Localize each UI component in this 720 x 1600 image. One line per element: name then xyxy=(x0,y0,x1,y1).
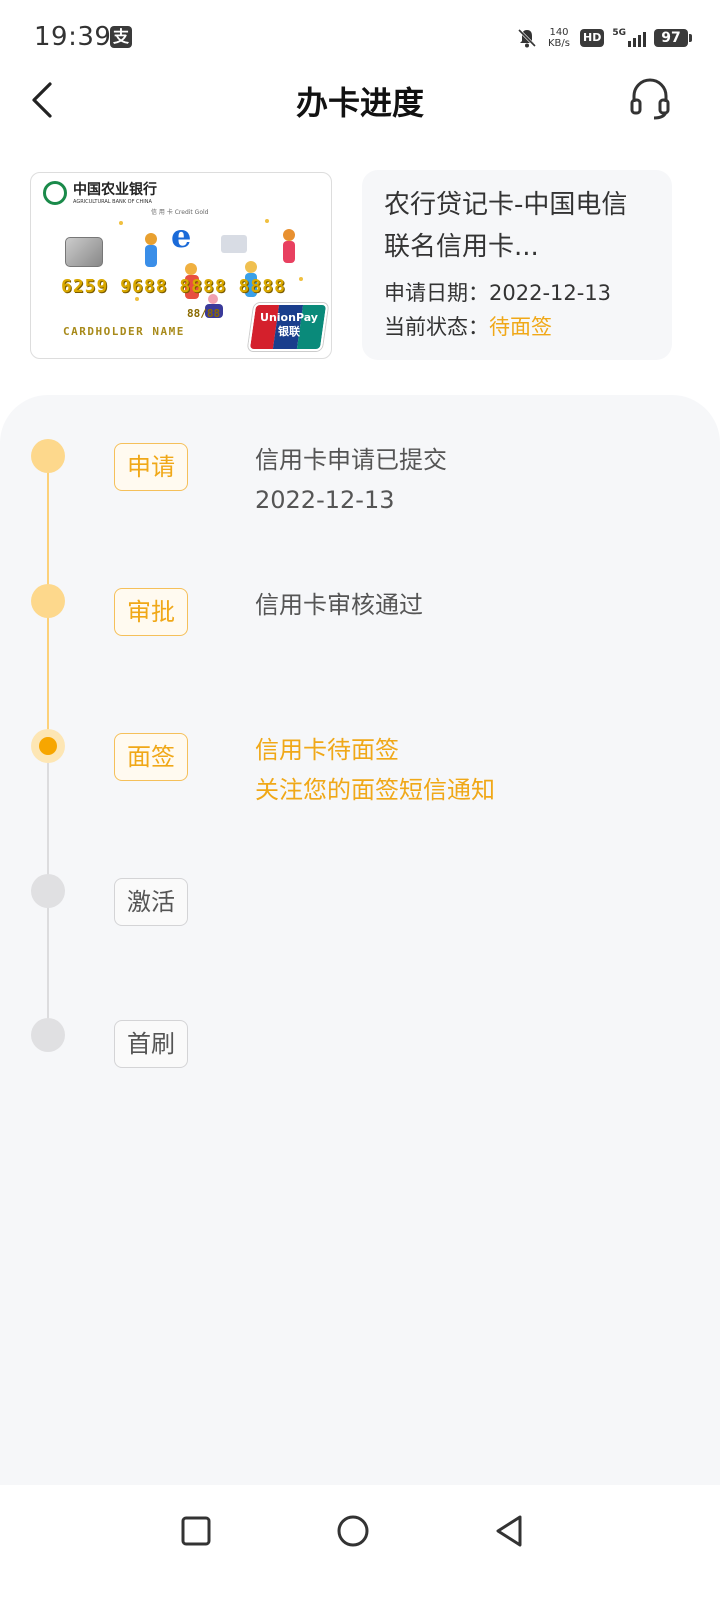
hd-badge: HD xyxy=(580,29,605,47)
card-holder: CARDHOLDER NAME xyxy=(63,325,185,338)
battery-icon: 97 xyxy=(654,29,692,47)
apply-date-label: 申请日期： xyxy=(384,281,489,305)
step-badge-review: 审批 xyxy=(114,588,188,636)
square-icon xyxy=(181,1516,211,1546)
unionpay-text: UnionPay 银联 xyxy=(257,311,321,339)
step-apply-line1: 信用卡申请已提交 xyxy=(255,446,447,474)
card-product-name: 农行贷记卡-中国电信联名信用卡... xyxy=(384,190,628,262)
apply-date-value: 2022-12-13 xyxy=(489,281,612,305)
step-dot-activate xyxy=(31,874,65,908)
customer-service-button[interactable] xyxy=(628,76,672,122)
status-row: 当前状态：待面签 xyxy=(384,312,650,342)
unionpay-brand-cn: 银联 xyxy=(278,325,300,338)
step-text-review: 信用卡审核通过 xyxy=(255,585,423,625)
progress-panel: 申请 信用卡申请已提交 2022-12-13 审批 信用卡审核通过 面签 信用卡… xyxy=(0,395,720,1485)
abc-logo-icon xyxy=(43,181,67,205)
step-dot-apply xyxy=(31,439,65,473)
mute-bell-icon xyxy=(517,28,537,48)
unionpay-brand: UnionPay xyxy=(260,311,318,324)
apply-date-row: 申请日期：2022-12-13 xyxy=(384,278,650,308)
network-speed-value: 140 xyxy=(549,27,569,38)
bank-name-en: AGRICULTURAL BANK OF CHINA xyxy=(73,199,152,205)
step-review-line1: 信用卡审核通过 xyxy=(255,591,423,619)
status-bar: 19:39 支 140 KB/s HD 5G 97 xyxy=(0,0,720,76)
step-dot-review xyxy=(31,584,65,618)
step-apply-date: 2022-12-13 xyxy=(255,486,395,514)
step-badge-first-swipe: 首刷 xyxy=(114,1020,188,1068)
step-badge-activate: 激活 xyxy=(114,878,188,926)
status-time: 19:39 xyxy=(34,22,112,52)
home-button[interactable] xyxy=(331,1509,375,1553)
network-speed-unit: KB/s xyxy=(548,38,570,49)
card-chip-icon xyxy=(65,237,103,267)
step-text-apply: 信用卡申请已提交 2022-12-13 xyxy=(255,440,447,520)
headset-icon xyxy=(630,78,670,120)
alipay-icon: 支 xyxy=(110,26,132,48)
card-expiry: 88/88 xyxy=(187,307,221,320)
nav-back-button[interactable] xyxy=(488,1509,532,1553)
step-dot-interview xyxy=(31,729,65,763)
card-info-panel: 农行贷记卡-中国电信联名信用卡... 申请日期：2022-12-13 当前状态：… xyxy=(362,170,672,360)
step-dot-first-swipe xyxy=(31,1018,65,1052)
step-interview-line1: 信用卡待面签 xyxy=(255,736,399,764)
step-interview-line2: 关注您的面签短信通知 xyxy=(255,776,495,804)
system-nav-bar xyxy=(0,1485,720,1600)
title-bar: 办卡进度 xyxy=(0,76,720,122)
card-number: 6259 9688 8888 8888 xyxy=(61,276,286,297)
network-speed: 140 KB/s xyxy=(546,27,572,49)
status-label: 当前状态： xyxy=(384,315,489,339)
recent-apps-button[interactable] xyxy=(174,1509,218,1553)
signal-icon: 5G xyxy=(612,29,646,47)
svg-text:e: e xyxy=(171,217,191,255)
step-badge-interview: 面签 xyxy=(114,733,188,781)
bank-name: 中国农业银行 xyxy=(73,182,157,198)
status-value: 待面签 xyxy=(489,315,552,339)
credit-card-image: 中国农业银行 AGRICULTURAL BANK OF CHINA 信 用 卡 … xyxy=(30,172,332,359)
step-badge-apply: 申请 xyxy=(114,443,188,491)
step-text-interview: 信用卡待面签 关注您的面签短信通知 xyxy=(255,730,495,810)
status-icons: 140 KB/s HD 5G 97 xyxy=(516,24,692,52)
circle-icon xyxy=(337,1515,369,1547)
page-title: 办卡进度 xyxy=(295,84,424,122)
network-type: 5G xyxy=(612,28,626,38)
triangle-back-icon xyxy=(496,1515,522,1547)
